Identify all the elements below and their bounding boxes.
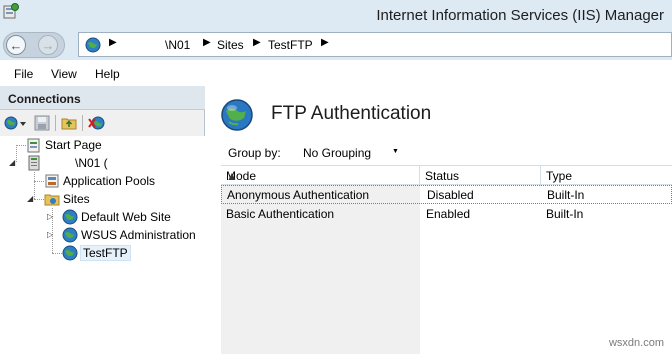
menu-bar: File View Help bbox=[0, 60, 672, 86]
breadcrumb-chevron-icon[interactable]: ▶ bbox=[321, 37, 329, 48]
cell-status: Enabled bbox=[426, 207, 471, 221]
tree-item-default-web-site[interactable]: Default Web Site bbox=[62, 208, 171, 226]
tree-line bbox=[52, 253, 62, 254]
connections-tree: Start Page ◢ \N01 ( Application Pools ◢ bbox=[0, 136, 205, 354]
application-pools-icon bbox=[45, 174, 59, 188]
tree-label: Application Pools bbox=[63, 174, 156, 188]
tree-label: \N01 ( bbox=[75, 156, 108, 170]
navigation-bar: ← → ▶ \N01 ▶ Sites ▶ TestFTP ▶ bbox=[0, 30, 672, 60]
nav-buttons: ← → bbox=[3, 32, 65, 58]
menu-file[interactable]: File bbox=[14, 67, 33, 81]
address-bar[interactable]: ▶ \N01 ▶ Sites ▶ TestFTP ▶ bbox=[78, 32, 672, 57]
tree-line bbox=[34, 181, 44, 182]
menu-help[interactable]: Help bbox=[95, 67, 120, 81]
connections-toolbar bbox=[0, 110, 205, 136]
group-by-value: No Grouping bbox=[303, 146, 372, 160]
tree-item-start-page[interactable]: Start Page bbox=[26, 136, 102, 154]
cell-status: Disabled bbox=[427, 188, 474, 202]
forward-button[interactable]: → bbox=[38, 35, 58, 55]
expand-arrow-icon[interactable]: ▷ bbox=[47, 230, 53, 239]
menu-help-label: Help bbox=[95, 67, 120, 81]
column-header-label: Type bbox=[546, 169, 573, 183]
tree-line bbox=[34, 172, 35, 199]
expand-arrow-icon[interactable]: ▷ bbox=[47, 212, 53, 221]
tree-label: Start Page bbox=[45, 138, 102, 152]
save-button[interactable] bbox=[33, 114, 51, 132]
tree-line bbox=[16, 145, 26, 146]
list-header: Mode ▲ Status Type bbox=[221, 165, 672, 186]
group-by-dropdown[interactable]: No Grouping ▼ bbox=[287, 143, 399, 162]
column-header-status[interactable]: Status bbox=[420, 166, 541, 186]
tree-line bbox=[34, 199, 44, 200]
tree-label: TestFTP bbox=[80, 245, 131, 261]
connections-pane: Connections Start Page ◢ \N01 (Applicat… bbox=[0, 86, 205, 354]
breadcrumb-chevron-icon[interactable]: ▶ bbox=[109, 37, 117, 48]
cell-type: Built-In bbox=[547, 188, 585, 202]
title-bar: Internet Information Services (IIS) Mana… bbox=[0, 0, 672, 32]
table-row[interactable]: Basic Authentication Enabled Built-In bbox=[221, 205, 672, 224]
group-by-label: Group by: bbox=[228, 146, 281, 160]
forward-arrow-icon: → bbox=[41, 37, 55, 53]
cell-mode: Anonymous Authentication bbox=[227, 188, 370, 202]
up-level-button[interactable] bbox=[60, 114, 78, 132]
connections-header: Connections bbox=[0, 86, 205, 110]
watermark: wsxdn.com bbox=[608, 337, 664, 349]
toolbar-separator bbox=[55, 115, 56, 131]
menu-file-label: File bbox=[14, 67, 34, 81]
tree-item-application-pools[interactable]: Application Pools bbox=[44, 172, 155, 190]
site-globe-icon bbox=[62, 209, 78, 225]
group-by-bar: Group by: No Grouping ▼ bbox=[221, 142, 672, 164]
server-icon bbox=[28, 155, 40, 171]
toolbar-separator bbox=[82, 115, 83, 131]
page-title: FTP Authentication bbox=[271, 103, 432, 124]
column-header-mode[interactable]: Mode ▲ bbox=[221, 166, 420, 186]
column-header-label: Status bbox=[425, 169, 460, 183]
ftp-authentication-globe-icon bbox=[221, 99, 253, 131]
connect-button[interactable] bbox=[4, 114, 28, 132]
delete-connection-button[interactable] bbox=[88, 114, 106, 132]
breadcrumb-testftp[interactable]: TestFTP bbox=[268, 38, 313, 52]
site-globe-icon bbox=[62, 227, 78, 243]
connect-globe-icon bbox=[4, 116, 26, 130]
delete-connection-icon bbox=[88, 116, 105, 130]
site-globe-icon bbox=[62, 245, 78, 261]
table-row[interactable]: Anonymous Authentication Disabled Built-… bbox=[221, 185, 672, 204]
menu-view[interactable]: View bbox=[51, 67, 77, 81]
collapse-arrow-icon[interactable]: ◢ bbox=[9, 158, 15, 167]
breadcrumb-chevron-icon[interactable]: ▶ bbox=[203, 37, 211, 48]
breadcrumb-sites[interactable]: Sites bbox=[217, 38, 244, 52]
tree-item-server[interactable]: \N01 ( bbox=[26, 154, 108, 172]
breadcrumb-chevron-icon[interactable]: ▶ bbox=[253, 37, 261, 48]
sort-ascending-icon: ▲ bbox=[226, 169, 238, 183]
sites-folder-icon bbox=[44, 194, 60, 206]
tree-label: Default Web Site bbox=[81, 210, 171, 224]
back-arrow-icon: ← bbox=[9, 37, 23, 53]
tree-item-sites[interactable]: Sites bbox=[44, 190, 90, 208]
globe-icon bbox=[85, 37, 101, 53]
cell-type: Built-In bbox=[546, 207, 584, 221]
tree-item-wsus-administration[interactable]: WSUS Administration bbox=[62, 226, 196, 244]
authentication-list: Mode ▲ Status Type Anonymous Authenticat… bbox=[221, 165, 672, 354]
menu-view-label: View bbox=[51, 67, 77, 81]
save-icon bbox=[34, 115, 50, 131]
window-title: Internet Information Services (IIS) Mana… bbox=[376, 7, 664, 24]
tree-label: WSUS Administration bbox=[81, 228, 196, 242]
chevron-down-icon: ▼ bbox=[392, 148, 399, 155]
folder-up-icon bbox=[61, 118, 77, 130]
feature-pane: FTP Authentication Group by: No Grouping… bbox=[206, 86, 672, 354]
tree-item-testftp[interactable]: TestFTP bbox=[62, 244, 131, 262]
back-button[interactable]: ← bbox=[6, 35, 26, 55]
tree-line bbox=[16, 145, 17, 162]
cell-mode: Basic Authentication bbox=[226, 207, 335, 221]
breadcrumb-server[interactable]: \N01 bbox=[165, 38, 190, 52]
iis-manager-icon[interactable] bbox=[3, 3, 19, 19]
connections-title: Connections bbox=[8, 92, 81, 106]
column-header-type[interactable]: Type bbox=[541, 166, 672, 186]
tree-label: Sites bbox=[63, 192, 90, 206]
collapse-arrow-icon[interactable]: ◢ bbox=[27, 194, 33, 203]
start-page-icon bbox=[27, 138, 40, 153]
